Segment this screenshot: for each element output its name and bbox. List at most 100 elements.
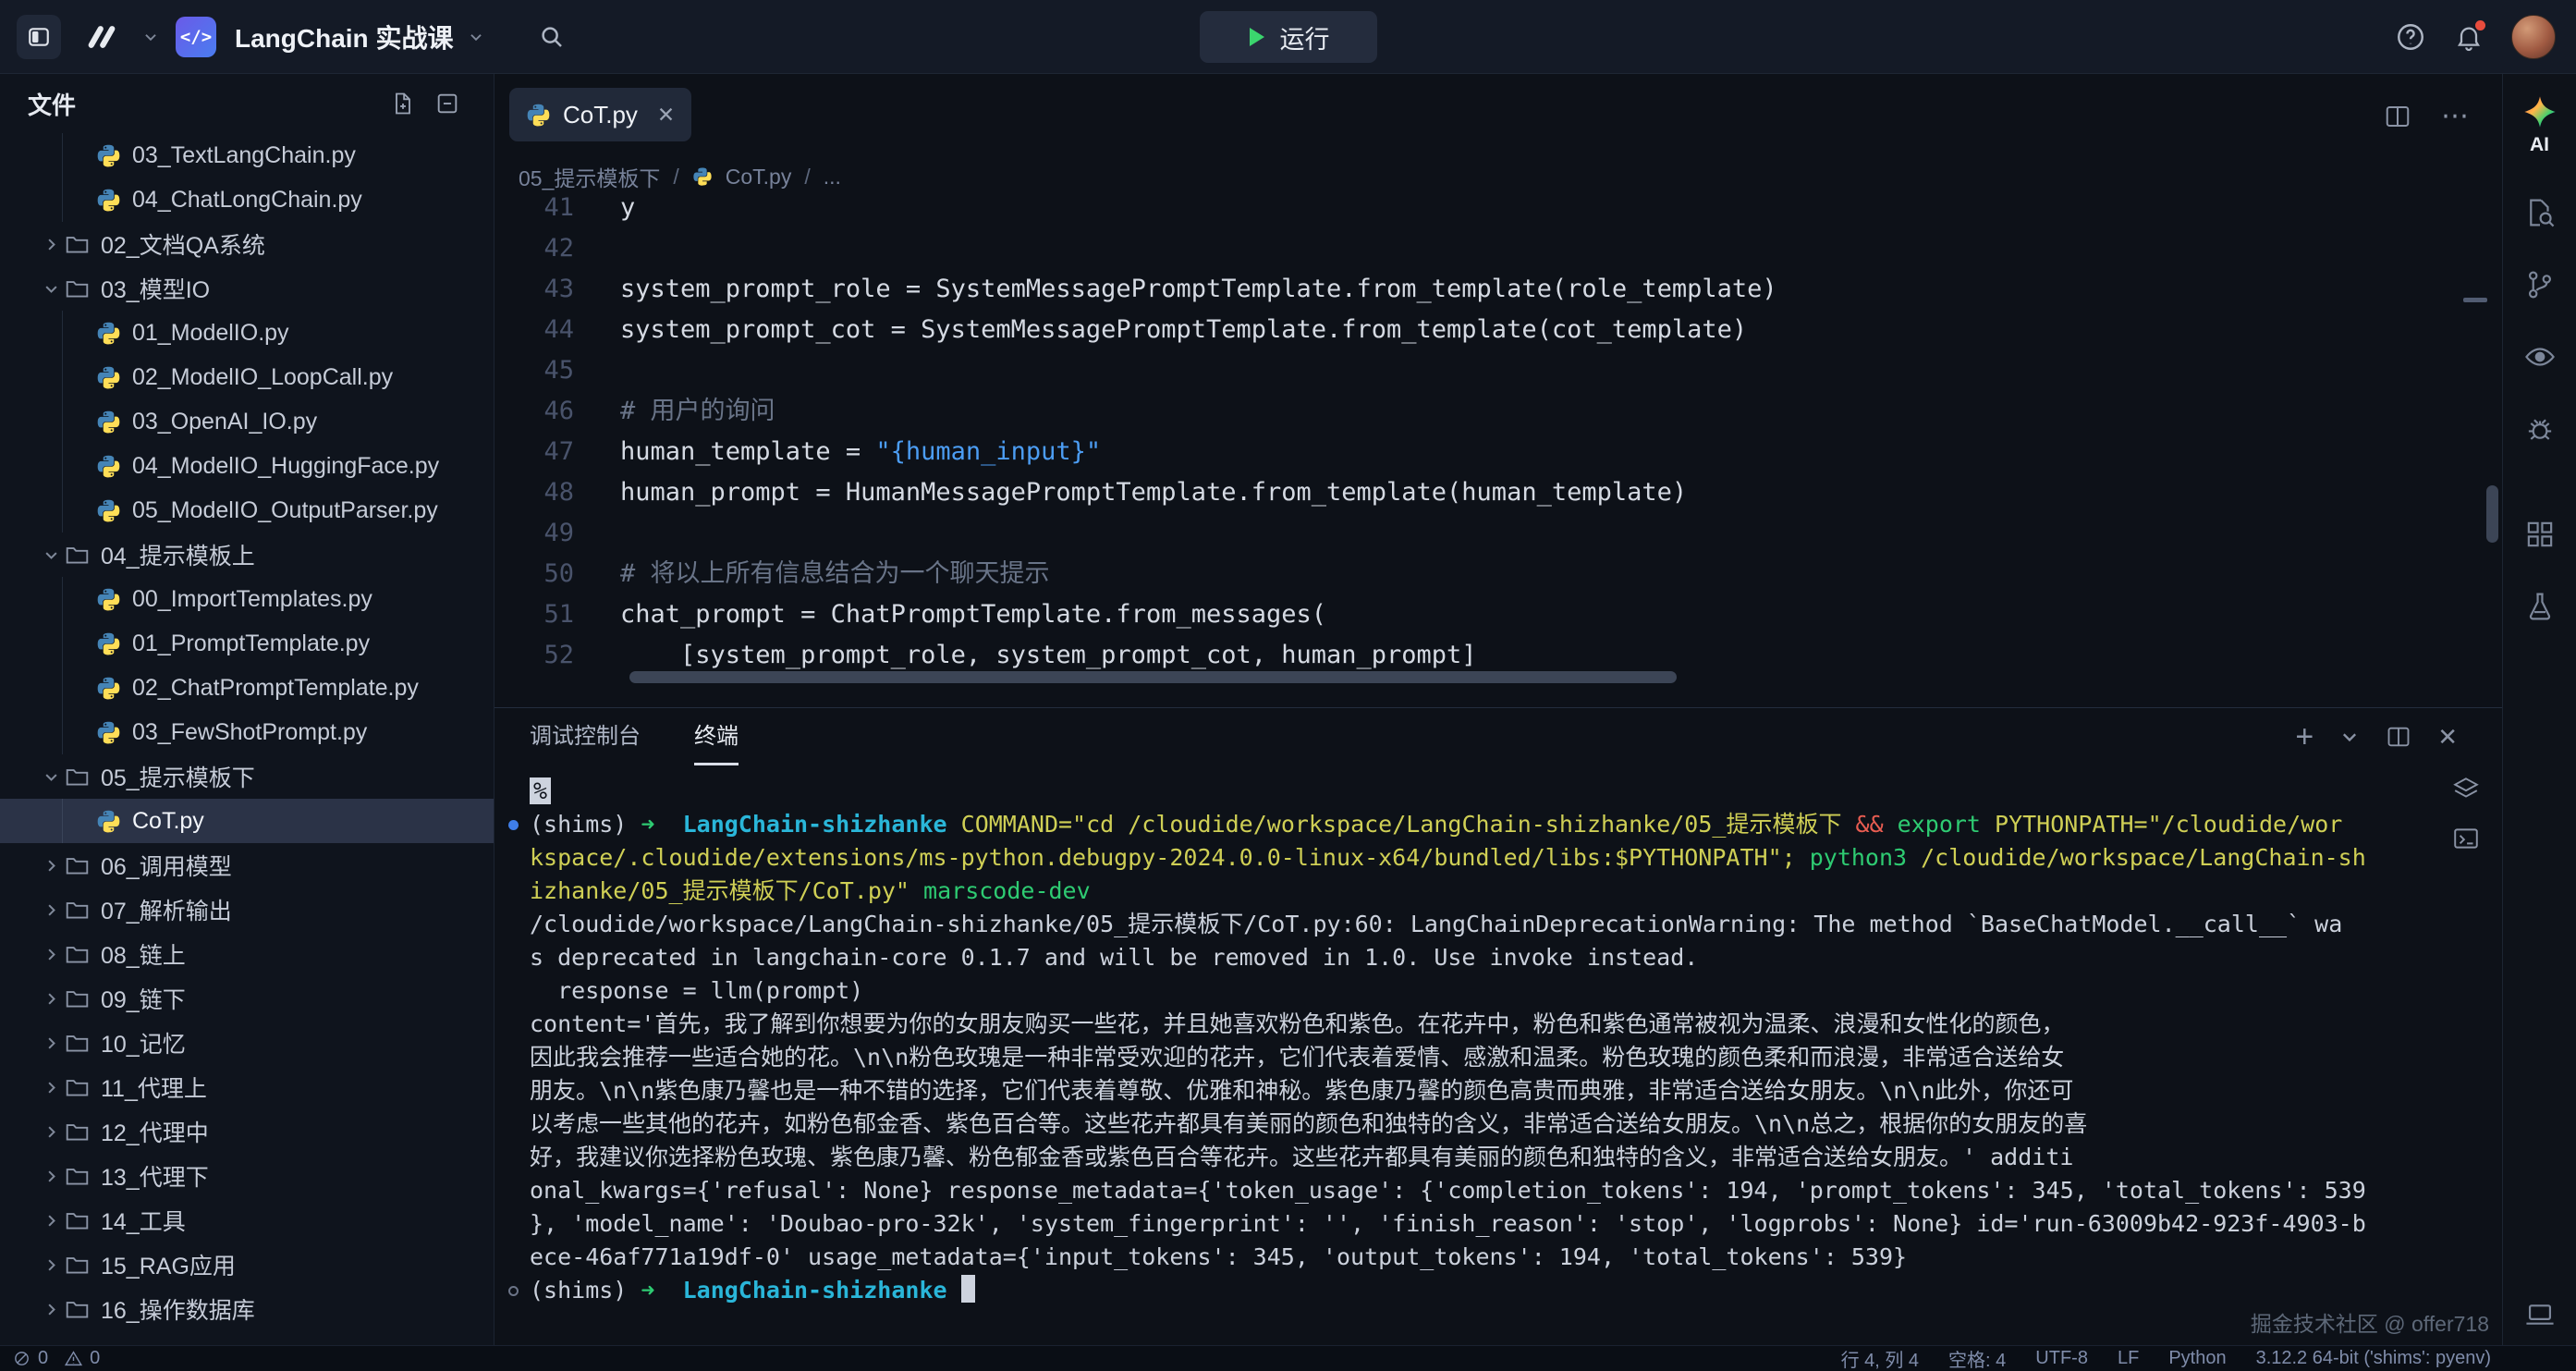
breadcrumb-file[interactable]: CoT.py: [726, 165, 792, 190]
code-line[interactable]: 45: [494, 350, 2480, 391]
tab-cot-py[interactable]: CoT.py ✕: [509, 88, 691, 141]
tree-folder[interactable]: 02_文档QA系统: [0, 222, 494, 266]
vertical-scrollbar[interactable]: [2486, 485, 2498, 543]
code-line[interactable]: 51chat_prompt = ChatPromptTemplate.from_…: [494, 594, 2480, 635]
terminal-line: response = llm(prompt): [530, 974, 2419, 1008]
tree-folder[interactable]: 16_操作数据库: [0, 1287, 494, 1331]
project-name[interactable]: LangChain 实战课: [235, 18, 453, 55]
code-line[interactable]: 41y: [494, 197, 2480, 228]
code-line[interactable]: 42: [494, 228, 2480, 269]
new-terminal-icon[interactable]: +: [2295, 721, 2314, 753]
line-number: 51: [494, 594, 574, 635]
tree-file[interactable]: 03_TextLangChain.py: [0, 133, 494, 177]
help-icon[interactable]: [2395, 21, 2426, 53]
tree-file[interactable]: 04_ModelIO_HuggingFace.py: [0, 444, 494, 488]
tree-file[interactable]: 02_ModelIO_LoopCall.py: [0, 355, 494, 399]
split-editor-icon[interactable]: [2384, 103, 2411, 130]
run-button[interactable]: 运行: [1200, 11, 1377, 63]
extensions-icon[interactable]: [2524, 519, 2556, 550]
file-search-icon[interactable]: [2524, 197, 2556, 228]
code-editor[interactable]: 41y4243system_prompt_role = SystemMessag…: [494, 197, 2480, 707]
app-logo-icon[interactable]: [76, 18, 128, 55]
errors-icon: [13, 1350, 31, 1367]
chevron-down-icon[interactable]: [2339, 727, 2360, 747]
preview-eye-icon[interactable]: [2524, 341, 2556, 373]
status-item[interactable]: Python: [2168, 1348, 2226, 1369]
notifications-button[interactable]: [2454, 22, 2484, 52]
tree-item-label: 04_提示模板上: [101, 538, 255, 571]
terminal-icon[interactable]: [2452, 825, 2480, 852]
debug-bug-icon[interactable]: [2524, 413, 2556, 445]
ai-assistant-button[interactable]: AI: [2503, 94, 2576, 156]
tree-folder[interactable]: 05_提示模板下: [0, 754, 494, 799]
tree-file[interactable]: 02_ChatPromptTemplate.py: [0, 666, 494, 710]
problems-status[interactable]: 0 0: [0, 1348, 100, 1369]
collapse-folders-icon[interactable]: [434, 91, 460, 116]
ide-window: </> LangChain 实战课 运行: [0, 0, 2576, 1371]
sidebar-toggle-button[interactable]: [17, 15, 61, 59]
python-icon: [96, 188, 121, 213]
chevron-down-icon[interactable]: [468, 29, 486, 45]
horizontal-scrollbar[interactable]: [629, 671, 1677, 683]
breadcrumb: 05_提示模板下 / CoT.py / ...: [494, 156, 2502, 197]
code-line[interactable]: 43system_prompt_role = SystemMessageProm…: [494, 269, 2480, 310]
tree-file[interactable]: 01_ModelIO.py: [0, 311, 494, 355]
code-line[interactable]: 52 [system_prompt_role, system_prompt_co…: [494, 635, 2480, 676]
command-status-dot: [508, 820, 519, 830]
code-line[interactable]: 44system_prompt_cot = SystemMessagePromp…: [494, 310, 2480, 350]
chevron-down-icon[interactable]: [142, 29, 161, 45]
tree-folder[interactable]: 11_代理上: [0, 1065, 494, 1109]
tree-folder[interactable]: 09_链下: [0, 976, 494, 1021]
test-flask-icon[interactable]: [2524, 591, 2556, 622]
avatar[interactable]: [2511, 15, 2556, 59]
tab-debug-console[interactable]: 调试控制台: [530, 708, 641, 765]
close-icon[interactable]: ✕: [2437, 723, 2458, 752]
tree-folder[interactable]: 12_代理中: [0, 1109, 494, 1154]
layers-icon[interactable]: [2452, 775, 2480, 802]
tree-file[interactable]: 03_OpenAI_IO.py: [0, 399, 494, 444]
code-line-content: [574, 350, 620, 391]
tree-file[interactable]: 01_PromptTemplate.py: [0, 621, 494, 666]
folder-icon: [65, 853, 90, 878]
code-line[interactable]: 49: [494, 513, 2480, 554]
status-item[interactable]: 3.12.2 64-bit ('shims': pyenv): [2256, 1348, 2491, 1369]
code-line[interactable]: 47human_template = "{human_input}": [494, 432, 2480, 472]
tree-folder[interactable]: 13_代理下: [0, 1154, 494, 1198]
chevron-right-icon: [37, 1079, 65, 1096]
tree-folder[interactable]: 04_提示模板上: [0, 532, 494, 577]
breadcrumb-more[interactable]: ...: [824, 165, 841, 190]
status-item[interactable]: UTF-8: [2035, 1348, 2088, 1369]
tree-folder[interactable]: 08_链上: [0, 932, 494, 976]
status-item[interactable]: 行 4, 列 4: [1841, 1345, 1919, 1371]
tree-file[interactable]: 04_ChatLongChain.py: [0, 177, 494, 222]
tree-folder[interactable]: 14_工具: [0, 1198, 494, 1242]
more-actions-icon[interactable]: ⋯: [2441, 100, 2471, 132]
split-panel-icon[interactable]: [2386, 724, 2411, 750]
new-file-icon[interactable]: [390, 91, 416, 116]
tab-terminal[interactable]: 终端: [694, 708, 739, 765]
status-item[interactable]: 空格: 4: [1948, 1345, 2006, 1371]
code-line[interactable]: 50# 将以上所有信息结合为一个聊天提示: [494, 554, 2480, 594]
tree-file[interactable]: 00_ImportTemplates.py: [0, 577, 494, 621]
tree-folder[interactable]: 15_RAG应用: [0, 1242, 494, 1287]
chevron-right-icon: [37, 1212, 65, 1230]
code-line[interactable]: 46# 用户的询问: [494, 391, 2480, 432]
terminal-output[interactable]: %(shims) ➜ LangChain-shizhanke COMMAND="…: [494, 765, 2419, 1314]
status-item[interactable]: LF: [2118, 1348, 2139, 1369]
tree-file[interactable]: 05_ModelIO_OutputParser.py: [0, 488, 494, 532]
close-icon[interactable]: ✕: [657, 103, 675, 128]
tree-file[interactable]: 03_FewShotPrompt.py: [0, 710, 494, 754]
git-branch-icon[interactable]: [2524, 269, 2556, 300]
chevron-right-icon: [37, 990, 65, 1008]
code-line[interactable]: 48human_prompt = HumanMessagePromptTempl…: [494, 472, 2480, 513]
breadcrumb-folder[interactable]: 05_提示模板下: [519, 161, 660, 192]
remote-laptop-icon[interactable]: [2503, 1299, 2576, 1330]
tree-file[interactable]: CoT.py: [0, 799, 494, 843]
tree-item-label: 10_记忆: [101, 1026, 186, 1059]
search-icon[interactable]: [538, 23, 566, 51]
tree-folder[interactable]: 10_记忆: [0, 1021, 494, 1065]
tree-folder[interactable]: 06_调用模型: [0, 843, 494, 887]
tree-folder[interactable]: 03_模型IO: [0, 266, 494, 311]
chevron-down-icon: [37, 768, 65, 786]
tree-folder[interactable]: 07_解析输出: [0, 887, 494, 932]
